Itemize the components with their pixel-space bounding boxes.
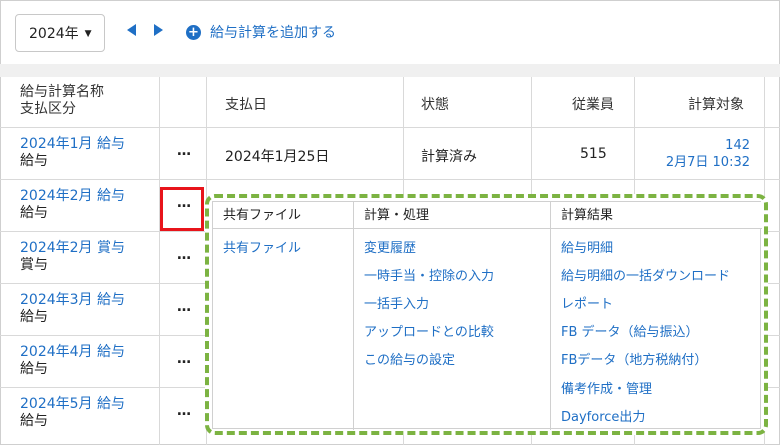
column-header-status[interactable]: 状態 bbox=[421, 94, 449, 114]
menu-item-payslip[interactable]: 給与明細 bbox=[561, 237, 613, 256]
table-header-row: 給与計算名称 支払区分 支払日 状態 従業員 計算対象 bbox=[0, 77, 780, 128]
menu-item-report[interactable]: レポート bbox=[561, 293, 613, 312]
toolbar: 2024年 ▼ + 給与計算を追加する bbox=[0, 0, 780, 64]
payroll-name-link[interactable]: 2024年4月 給与 bbox=[20, 344, 125, 361]
row-menu-button[interactable]: … bbox=[177, 403, 191, 419]
header-band bbox=[0, 64, 780, 77]
previous-year-icon[interactable] bbox=[127, 24, 136, 36]
column-header-employees[interactable]: 従業員 bbox=[572, 94, 614, 114]
year-dropdown[interactable]: 2024年 ▼ bbox=[15, 14, 105, 52]
payroll-name-cell[interactable]: 2024年2月 給与 給与 bbox=[20, 188, 125, 222]
menu-column-divider bbox=[550, 202, 551, 430]
payroll-name-link[interactable]: 2024年3月 給与 bbox=[20, 292, 125, 309]
header-name-line1: 給与計算名称 bbox=[20, 84, 104, 100]
payroll-kind: 給与 bbox=[20, 205, 48, 221]
menu-column-title: 計算・処理 bbox=[354, 202, 550, 229]
column-header-pay-date[interactable]: 支払日 bbox=[225, 94, 267, 114]
column-header-calc-target[interactable]: 計算対象 bbox=[688, 94, 744, 114]
menu-item-fb-data-salary-transfer[interactable]: FB データ（給与振込） bbox=[561, 321, 699, 340]
calc-target-link[interactable]: 142 2月7日 10:32 bbox=[666, 137, 750, 171]
payroll-name-cell[interactable]: 2024年2月 賞与 賞与 bbox=[20, 240, 125, 274]
year-dropdown-value: 2024年 bbox=[29, 26, 79, 42]
menu-item-temporary-allowance-input[interactable]: 一時手当・控除の入力 bbox=[364, 265, 494, 284]
next-year-icon[interactable] bbox=[154, 24, 163, 36]
menu-item-compare-upload[interactable]: アップロードとの比較 bbox=[364, 321, 494, 340]
menu-item-payroll-settings[interactable]: この給与の設定 bbox=[364, 349, 455, 368]
calc-target-time: 2月7日 10:32 bbox=[665, 155, 750, 170]
payroll-name-cell[interactable]: 2024年4月 給与 給与 bbox=[20, 344, 125, 378]
menu-column-title: 計算結果 bbox=[551, 202, 762, 229]
column-header-name[interactable]: 給与計算名称 支払区分 bbox=[20, 84, 104, 118]
table-row: 2024年1月 給与 給与 … 2024年1月25日 計算済み 515 142 … bbox=[0, 128, 780, 180]
menu-column-divider bbox=[353, 202, 354, 430]
payroll-kind: 給与 bbox=[20, 361, 48, 377]
payroll-name-cell[interactable]: 2024年5月 給与 給与 bbox=[20, 396, 125, 430]
menu-panel: 共有ファイル 計算・処理 計算結果 共有ファイル 変更履歴 一時手当・控除の入力… bbox=[212, 201, 762, 430]
row-actions-menu: 共有ファイル 計算・処理 計算結果 共有ファイル 変更履歴 一時手当・控除の入力… bbox=[205, 194, 768, 435]
highlight-box bbox=[160, 187, 204, 231]
payroll-kind: 給与 bbox=[20, 309, 48, 325]
employee-count: 515 bbox=[580, 146, 607, 162]
calc-target-count: 142 bbox=[725, 138, 750, 153]
payroll-name-cell[interactable]: 2024年3月 給与 給与 bbox=[20, 292, 125, 326]
payroll-name-link[interactable]: 2024年5月 給与 bbox=[20, 396, 125, 413]
chevron-down-icon: ▼ bbox=[84, 29, 92, 39]
payroll-kind: 給与 bbox=[20, 153, 48, 169]
payroll-kind: 賞与 bbox=[20, 257, 48, 273]
row-menu-button[interactable]: … bbox=[177, 143, 191, 159]
menu-column-title: 共有ファイル bbox=[213, 202, 353, 229]
status-text: 計算済み bbox=[421, 149, 477, 165]
add-payroll-button[interactable]: + 給与計算を追加する bbox=[186, 22, 336, 42]
menu-item-payslip-bulk-download[interactable]: 給与明細の一括ダウンロード bbox=[561, 265, 730, 284]
menu-item-notes-management[interactable]: 備考作成・管理 bbox=[561, 378, 652, 397]
payroll-name-link[interactable]: 2024年2月 給与 bbox=[20, 188, 125, 205]
payroll-name-link[interactable]: 2024年2月 賞与 bbox=[20, 240, 125, 257]
plus-circle-icon: + bbox=[186, 24, 201, 40]
payroll-kind: 給与 bbox=[20, 413, 48, 429]
menu-item-fb-data-local-tax[interactable]: FBデータ（地方税納付） bbox=[561, 349, 707, 368]
add-payroll-label: 給与計算を追加する bbox=[210, 25, 336, 41]
payroll-name-link[interactable]: 2024年1月 給与 bbox=[20, 136, 125, 153]
menu-item-dayforce-export[interactable]: Dayforce出力 bbox=[561, 406, 645, 425]
row-menu-button[interactable]: … bbox=[177, 299, 191, 315]
row-menu-button[interactable]: … bbox=[177, 247, 191, 263]
menu-item-shared-files[interactable]: 共有ファイル bbox=[223, 237, 301, 256]
header-name-line2: 支払区分 bbox=[20, 101, 76, 117]
payroll-name-cell[interactable]: 2024年1月 給与 給与 bbox=[20, 136, 125, 170]
menu-item-change-history[interactable]: 変更履歴 bbox=[364, 237, 416, 256]
pay-date: 2024年1月25日 bbox=[225, 149, 330, 165]
menu-item-bulk-manual-input[interactable]: 一括手入力 bbox=[364, 293, 429, 312]
row-menu-button[interactable]: … bbox=[177, 351, 191, 367]
